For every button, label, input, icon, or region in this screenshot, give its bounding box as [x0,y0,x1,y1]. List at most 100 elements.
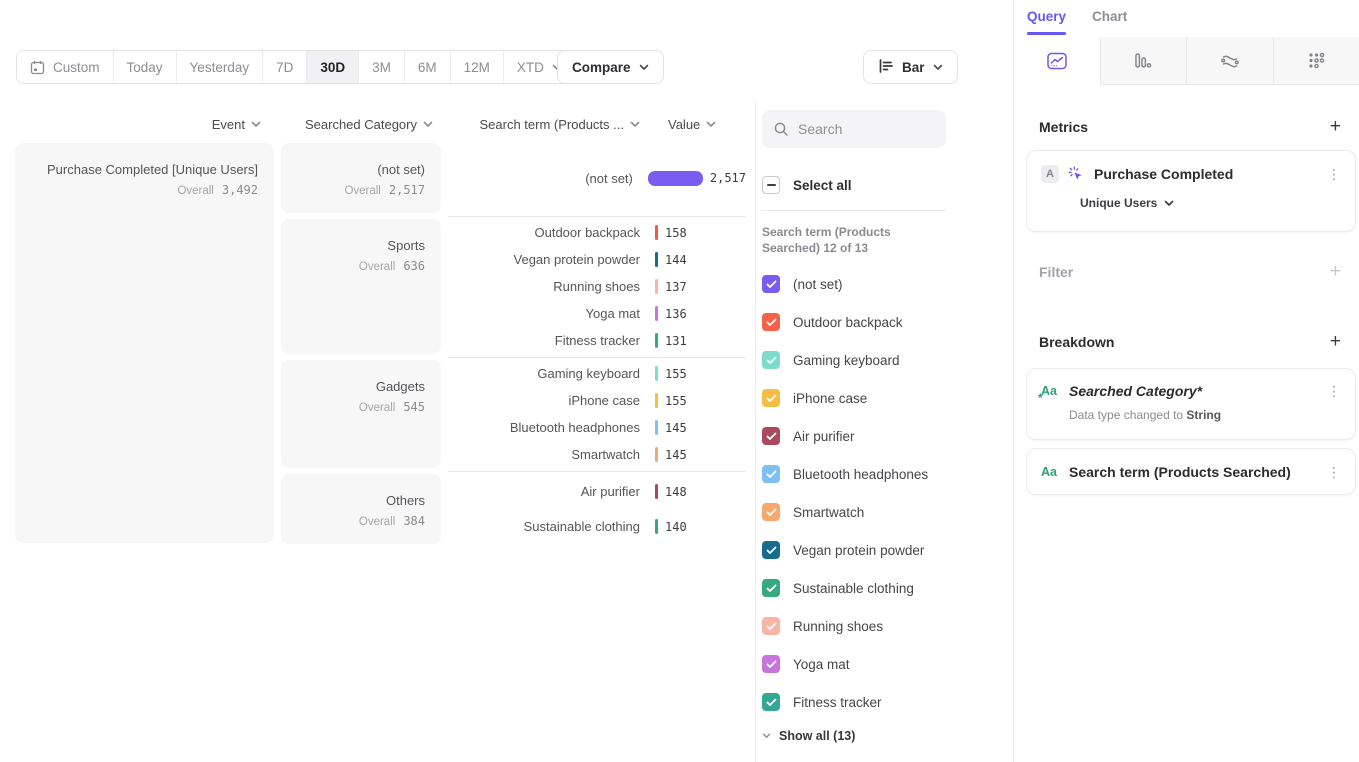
series-checkbox[interactable] [762,275,780,293]
breakdown-card-searched-category[interactable]: Aa* Searched Category* ⋮ Data type chang… [1026,368,1356,440]
date-range-custom[interactable]: Custom [17,51,114,83]
term-row[interactable]: Sustainable clothing140 [448,516,746,538]
series-filter-panel: Select all Search term (Products Searche… [762,100,946,743]
legend-item[interactable]: Fitness tracker [762,683,946,721]
chart-type-selector[interactable]: Bar [863,50,958,84]
add-breakdown-button[interactable]: + [1330,333,1341,351]
date-range-today[interactable]: Today [114,51,177,83]
aggregation-dropdown[interactable]: Unique Users [1080,196,1341,210]
compare-button[interactable]: Compare [557,50,664,84]
metric-kebab-menu[interactable]: ⋮ [1327,167,1341,181]
tab-chart[interactable]: Chart [1092,9,1127,24]
metrics-header: Metrics + [1039,118,1341,136]
term-label: Running shoes [448,279,640,294]
column-header-value[interactable]: Value [668,115,746,135]
legend-item[interactable]: Outdoor backpack [762,303,946,341]
metric-card[interactable]: A Purchase Completed ⋮ Unique Users [1026,150,1356,232]
category-cell[interactable]: SportsOverall636 [281,219,441,354]
add-metric-button[interactable]: + [1330,118,1341,136]
term-row[interactable]: (not set)2,517 [448,167,746,189]
date-range-7d[interactable]: 7D [263,51,307,83]
breakdown-kebab-menu[interactable]: ⋮ [1327,384,1341,398]
term-value: 158 [665,226,687,240]
series-checkbox[interactable] [762,351,780,369]
value-bar [655,366,658,381]
date-range-6m[interactable]: 6M [405,51,451,83]
event-cell[interactable]: Purchase Completed [Unique Users] Overal… [15,143,274,543]
legend-item[interactable]: Sustainable clothing [762,569,946,607]
select-all-checkbox[interactable] [762,176,780,194]
term-row[interactable]: Outdoor backpack158 [448,222,746,244]
series-label: Yoga mat [793,657,850,672]
category-cell[interactable]: OthersOverall384 [281,474,441,544]
check-icon [766,584,777,593]
term-row[interactable]: Bluetooth headphones145 [448,417,746,439]
tab-flows[interactable] [1186,37,1273,85]
date-range-12m[interactable]: 12M [451,51,504,83]
category-cell[interactable]: GadgetsOverall545 [281,360,441,468]
term-row[interactable]: Vegan protein powder144 [448,249,746,271]
legend-item[interactable]: Running shoes [762,607,946,645]
compare-label: Compare [572,60,631,75]
app-root: CustomTodayYesterday7D30D3M6M12MXTD Comp… [0,0,1359,762]
category-column: (not set)Overall2,517SportsOverall636Gad… [281,143,441,544]
series-checkbox[interactable] [762,465,780,483]
series-checkbox[interactable] [762,579,780,597]
flows-icon [1220,52,1240,69]
term-value: 136 [665,307,687,321]
value-bar [655,519,658,534]
tab-funnels[interactable] [1100,37,1187,85]
add-filter-button[interactable]: + [1330,263,1341,281]
series-checkbox[interactable] [762,541,780,559]
series-label: Vegan protein powder [793,543,924,558]
series-checkbox[interactable] [762,655,780,673]
term-value: 131 [665,334,687,348]
date-range-3m[interactable]: 3M [359,51,405,83]
search-input[interactable] [762,110,946,148]
series-checkbox[interactable] [762,427,780,445]
term-row[interactable]: Gaming keyboard155 [448,363,746,385]
series-checkbox[interactable] [762,617,780,635]
term-value: 137 [665,280,687,294]
series-label: Running shoes [793,619,883,634]
series-checkbox[interactable] [762,313,780,331]
term-row[interactable]: Running shoes 137 [448,276,746,298]
legend-item[interactable]: Vegan protein powder [762,531,946,569]
term-value: 140 [665,520,687,534]
term-label: Air purifier [448,484,640,499]
show-all-toggle[interactable]: Show all (13) [762,729,946,743]
breakdown-kebab-menu[interactable]: ⋮ [1327,465,1341,479]
insights-icon [1047,52,1067,70]
date-range-30d[interactable]: 30D [307,51,359,83]
legend-item[interactable]: Gaming keyboard [762,341,946,379]
legend-item[interactable]: Bluetooth headphones [762,455,946,493]
term-value: 148 [665,485,687,499]
term-row[interactable]: Air purifier 148 [448,481,746,503]
legend-item[interactable]: iPhone case [762,379,946,417]
select-all-row[interactable]: Select all [762,175,946,195]
legend-item[interactable]: Yoga mat [762,645,946,683]
check-icon [766,318,777,327]
column-header-searched-category[interactable]: Searched Category [281,115,433,135]
metric-event-name: Purchase Completed [1094,166,1318,182]
legend-item[interactable]: (not set) [762,265,946,303]
legend-item[interactable]: Smartwatch [762,493,946,531]
tab-retention[interactable] [1273,37,1359,85]
term-row[interactable]: iPhone case155 [448,390,746,412]
series-checkbox[interactable] [762,693,780,711]
date-range-yesterday[interactable]: Yesterday [177,51,264,83]
category-cell[interactable]: (not set)Overall2,517 [281,143,441,213]
column-header-search-term[interactable]: Search term (Products ... [448,115,640,135]
column-header-event[interactable]: Event [15,115,261,135]
tab-query[interactable]: Query [1027,9,1066,24]
series-checkbox[interactable] [762,503,780,521]
chevron-down-icon [1164,200,1174,207]
breakdown-card-search-term[interactable]: Aa Search term (Products Searched) ⋮ [1026,448,1356,495]
term-row[interactable]: Smartwatch145 [448,444,746,466]
term-row[interactable]: Fitness tracker131 [448,330,746,352]
term-row[interactable]: Yoga mat136 [448,303,746,325]
tab-insights[interactable] [1014,37,1100,85]
chevron-down-icon [423,121,433,128]
series-checkbox[interactable] [762,389,780,407]
legend-item[interactable]: Air purifier [762,417,946,455]
